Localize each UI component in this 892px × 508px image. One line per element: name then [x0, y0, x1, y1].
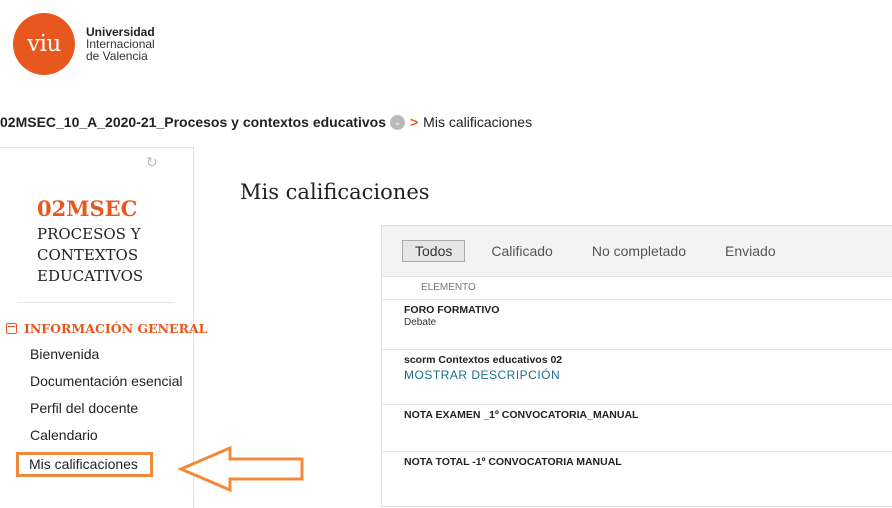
- grade-item-subtitle: Debate: [404, 317, 437, 328]
- sidebar-item-bienvenida[interactable]: Bienvenida: [30, 347, 190, 362]
- sidebar-item-calendario[interactable]: Calendario: [30, 428, 190, 443]
- tab-enviado[interactable]: Enviado: [725, 243, 776, 259]
- course-code: 02MSEC: [37, 196, 138, 221]
- logo-text: Universidad Internacional de Valencia: [86, 26, 155, 62]
- breadcrumb: 02MSEC_10_A_2020-21_Procesos y contextos…: [0, 114, 532, 130]
- breadcrumb-separator: >: [409, 114, 419, 130]
- sidebar-item-mis-calificaciones[interactable]: Mis calificaciones: [16, 452, 153, 477]
- tab-todos[interactable]: Todos: [402, 240, 466, 262]
- grade-item-title[interactable]: NOTA EXAMEN _1º CONVOCATORIA_MANUAL: [404, 409, 892, 421]
- sidebar-item-perfil-docente[interactable]: Perfil del docente: [30, 401, 190, 416]
- column-header-elemento: ELEMENTO: [382, 277, 892, 300]
- course-sidebar: ↻ 02MSEC PROCESOS Y CONTEXTOS EDUCATIVOS…: [0, 147, 207, 508]
- chevron-down-icon[interactable]: ⌄: [389, 114, 405, 130]
- grade-filter-tabs: Todos Calificado No completado Enviado: [382, 226, 892, 277]
- show-description-link[interactable]: MOSTRAR DESCRIPCIÓN: [404, 368, 892, 382]
- section-informacion-general[interactable]: INFORMACIÓN GENERAL: [6, 321, 207, 336]
- breadcrumb-course-link[interactable]: 02MSEC_10_A_2020-21_Procesos y contextos…: [0, 114, 386, 130]
- grade-item-title[interactable]: scorm Contextos educativos 02: [404, 354, 892, 366]
- page-title: Mis calificaciones: [240, 180, 430, 204]
- grade-row: scorm Contextos educativos 02 MOSTRAR DE…: [382, 350, 892, 405]
- grade-row: NOTA EXAMEN _1º CONVOCATORIA_MANUAL: [382, 405, 892, 452]
- refresh-icon[interactable]: ↻: [146, 154, 158, 171]
- tab-no-completado[interactable]: No completado: [592, 243, 686, 259]
- logo-line-3: de Valencia: [86, 49, 148, 63]
- section-label: INFORMACIÓN GENERAL: [24, 321, 208, 336]
- course-name: PROCESOS Y CONTEXTOS EDUCATIVOS: [37, 225, 144, 285]
- grade-item-title[interactable]: NOTA TOTAL -1º CONVOCATORIA MANUAL: [404, 456, 892, 468]
- sidebar-nav: Bienvenida Documentación esencial Perfil…: [16, 347, 190, 489]
- sidebar-item-documentacion[interactable]: Documentación esencial: [30, 374, 190, 389]
- tab-calificado[interactable]: Calificado: [491, 243, 552, 259]
- viu-logo[interactable]: viu Universidad Internacional de Valenci…: [13, 13, 155, 75]
- grades-panel: Todos Calificado No completado Enviado E…: [381, 225, 892, 507]
- calendar-icon: [6, 323, 17, 334]
- sidebar-divider: [18, 302, 175, 303]
- logo-mark: viu: [13, 13, 75, 75]
- grade-row: NOTA TOTAL -1º CONVOCATORIA MANUAL: [382, 452, 892, 496]
- grade-item-title[interactable]: FORO FORMATIVO: [404, 304, 892, 316]
- breadcrumb-current: Mis calificaciones: [423, 114, 533, 130]
- annotation-arrow-icon: [178, 445, 304, 493]
- grade-row: FORO FORMATIVO Debate: [382, 300, 892, 350]
